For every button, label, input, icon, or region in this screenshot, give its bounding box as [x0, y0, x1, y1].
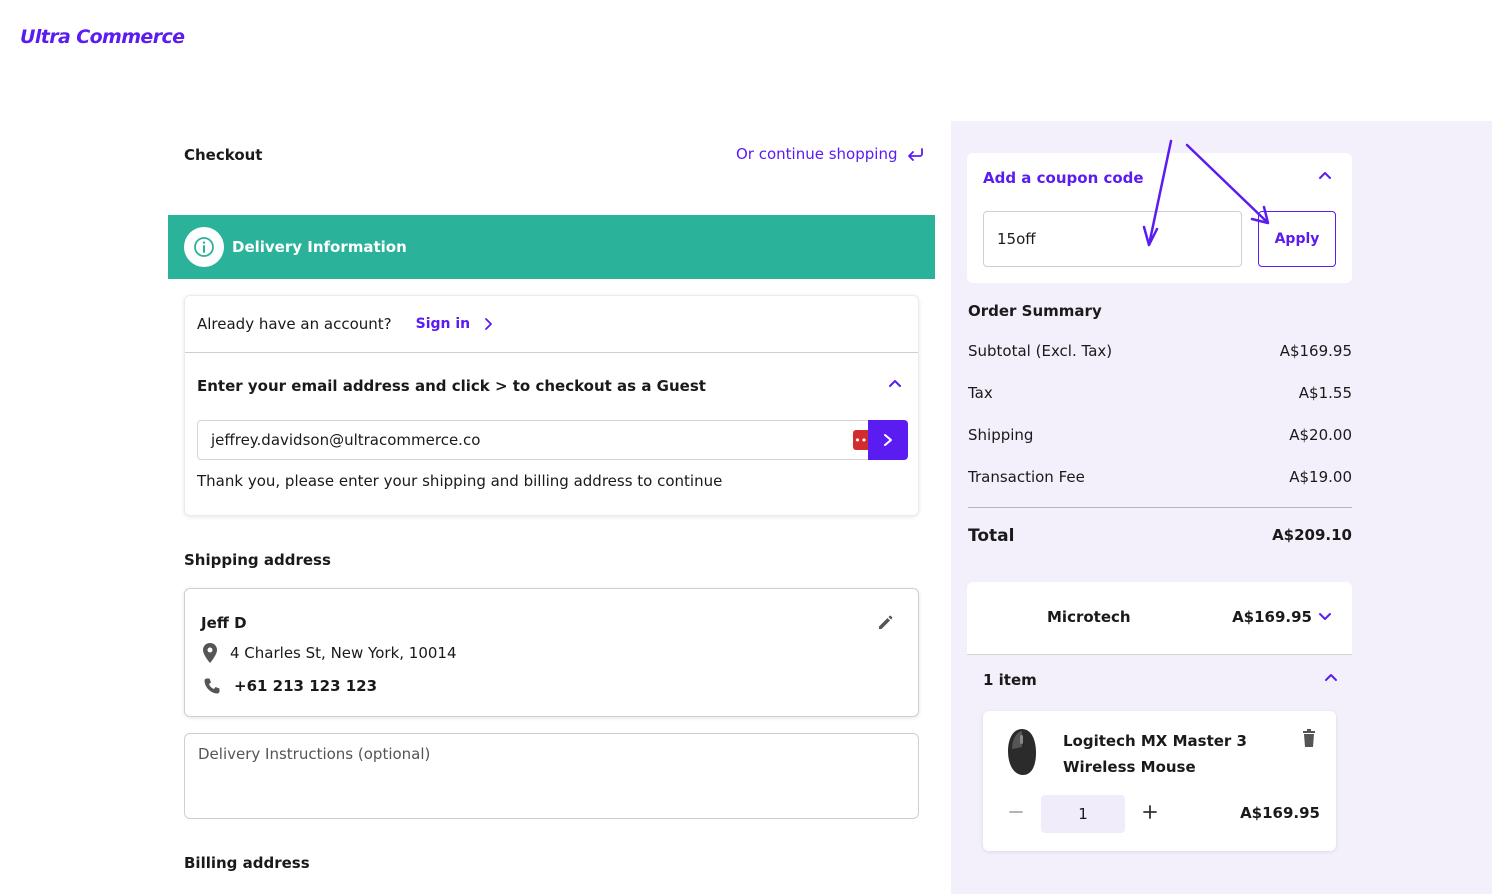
summary-label: Tax	[968, 384, 993, 402]
sign-in-label: Sign in	[415, 316, 471, 332]
account-prompt-row: Already have an account? Sign in	[197, 315, 493, 333]
guest-confirmation-text: Thank you, please enter your shipping an…	[197, 472, 723, 490]
guest-checkout-card: Already have an account? Sign in Enter y…	[184, 295, 919, 516]
info-icon	[194, 237, 214, 257]
total-value: A$209.10	[1272, 526, 1352, 544]
account-divider	[185, 352, 918, 353]
summary-row-shipping: Shipping A$20.00	[968, 426, 1352, 444]
coupon-code-value: 15off	[997, 230, 1036, 248]
email-submit-button[interactable]	[868, 420, 908, 460]
items-count: 1 item	[983, 671, 1037, 689]
summary-value: A$169.95	[1279, 342, 1352, 360]
continue-shopping-link[interactable]: Or continue shopping	[736, 145, 924, 163]
delivery-information-banner: Delivery Information	[168, 215, 935, 279]
shipping-address-card: Jeff D 4 Charles St, New York, 10014 +61…	[184, 588, 919, 717]
trash-icon[interactable]	[1302, 729, 1316, 747]
vendor-price-value: A$169.95	[1232, 608, 1312, 626]
address-line: 4 Charles St, New York, 10014	[203, 643, 457, 663]
delivery-instructions-placeholder: Delivery Instructions (optional)	[198, 745, 431, 763]
order-summary-title: Order Summary	[968, 302, 1102, 320]
increase-quantity-button[interactable]	[1141, 803, 1159, 821]
phone-line: +61 213 123 123	[203, 677, 377, 695]
summary-row-transaction-fee: Transaction Fee A$19.00	[968, 468, 1352, 486]
info-icon-circle	[184, 227, 224, 267]
summary-total-row: Total A$209.10	[968, 526, 1352, 546]
continue-shopping-label: Or continue shopping	[736, 145, 898, 163]
phone-text: +61 213 123 123	[234, 677, 378, 695]
email-value: jeffrey.davidson@ultracommerce.co	[211, 431, 481, 449]
summary-row-subtotal: Subtotal (Excl. Tax) A$169.95	[968, 342, 1352, 360]
chevron-down-icon[interactable]	[1318, 612, 1332, 622]
product-image	[1008, 729, 1036, 775]
total-label: Total	[968, 526, 1015, 546]
edit-pencil-icon[interactable]	[876, 614, 894, 632]
account-prompt-text: Already have an account?	[197, 315, 392, 333]
chevron-right-icon	[884, 434, 892, 446]
chevron-up-icon[interactable]	[1324, 672, 1338, 682]
email-field[interactable]: jeffrey.davidson@ultracommerce.co •••	[197, 420, 881, 460]
summary-row-tax: Tax A$1.55	[968, 384, 1352, 402]
add-coupon-toggle[interactable]: Add a coupon code	[983, 169, 1144, 187]
quantity-field[interactable]: 1	[1041, 795, 1125, 833]
cart-item: Logitech MX Master 3 Wireless Mouse 1 A$…	[983, 711, 1336, 851]
phone-icon	[204, 678, 220, 694]
return-arrow-icon	[908, 148, 924, 161]
location-pin-icon	[203, 643, 217, 663]
recipient-name: Jeff D	[201, 614, 247, 632]
page-title: Checkout	[184, 146, 263, 164]
summary-label: Subtotal (Excl. Tax)	[968, 342, 1113, 360]
chevron-up-icon[interactable]	[1318, 170, 1332, 180]
summary-value: A$1.55	[1298, 384, 1352, 402]
shipping-address-heading: Shipping address	[184, 551, 331, 569]
billing-address-heading: Billing address	[184, 854, 310, 872]
decrease-quantity-button[interactable]	[1007, 803, 1025, 821]
annotation-arrow-to-apply	[1185, 143, 1268, 223]
items-section: 1 item Logitech MX Master 3 Wireless Mou…	[967, 654, 1352, 865]
summary-label: Shipping	[968, 426, 1034, 444]
annotation-arrows	[1142, 139, 1270, 247]
vendor-name: Microtech	[1047, 608, 1131, 626]
summary-divider	[968, 507, 1352, 508]
vendor-card: Microtech A$169.95 1 item Logitech MX Ma…	[967, 582, 1352, 865]
delivery-instructions-field[interactable]: Delivery Instructions (optional)	[184, 733, 919, 819]
chevron-up-icon[interactable]	[888, 378, 902, 388]
vendor-header[interactable]: Microtech A$169.95	[967, 582, 1352, 654]
summary-value: A$20.00	[1289, 426, 1352, 444]
annotation-arrow-to-input	[1148, 139, 1173, 242]
delivery-banner-title: Delivery Information	[232, 238, 407, 256]
chevron-right-icon	[485, 318, 493, 330]
vendor-price: A$169.95	[1232, 608, 1332, 626]
summary-label: Transaction Fee	[968, 468, 1085, 486]
address-text: 4 Charles St, New York, 10014	[230, 644, 457, 662]
guest-checkout-label: Enter your email address and click > to …	[197, 377, 706, 395]
sign-in-link[interactable]: Sign in	[416, 316, 494, 332]
product-name[interactable]: Logitech MX Master 3 Wireless Mouse	[1063, 728, 1298, 780]
brand-logo[interactable]: Ultra Commerce	[20, 26, 185, 48]
summary-value: A$19.00	[1289, 468, 1352, 486]
item-price: A$169.95	[1240, 804, 1320, 822]
